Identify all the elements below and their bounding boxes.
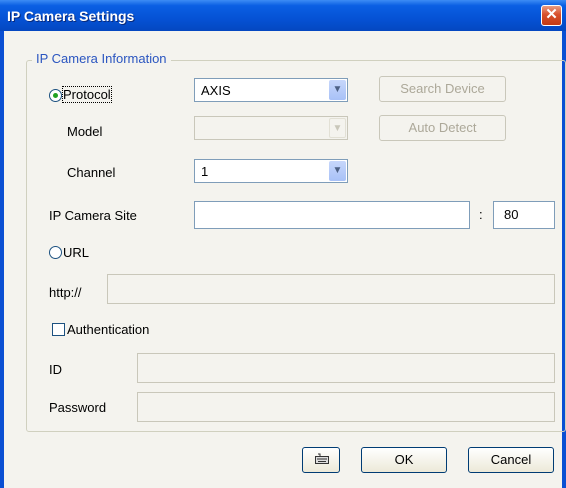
- protocol-select[interactable]: AXIS ▼: [194, 78, 348, 102]
- keyboard-button[interactable]: [302, 447, 340, 473]
- id-label: ID: [49, 362, 62, 377]
- chevron-down-icon[interactable]: ▼: [329, 118, 346, 138]
- ok-button[interactable]: OK: [361, 447, 447, 473]
- password-label: Password: [49, 400, 107, 415]
- port-input[interactable]: 80: [493, 201, 555, 229]
- port-separator: :: [479, 207, 483, 222]
- chevron-down-icon[interactable]: ▼: [329, 80, 346, 100]
- chevron-down-icon[interactable]: ▼: [329, 161, 346, 181]
- http-prefix-label: http://: [49, 285, 82, 300]
- protocol-radio[interactable]: [49, 89, 62, 102]
- group-legend: IP Camera Information: [32, 51, 171, 66]
- url-label[interactable]: URL: [63, 245, 89, 260]
- url-input[interactable]: [107, 274, 555, 304]
- ip-camera-site-input[interactable]: [194, 201, 470, 229]
- radio-selected-dot: [53, 93, 58, 98]
- keyboard-icon: [315, 453, 329, 464]
- model-label: Model: [67, 124, 103, 139]
- window-title: IP Camera Settings: [7, 8, 135, 24]
- channel-label: Channel: [67, 165, 116, 180]
- channel-select[interactable]: 1 ▼: [194, 159, 348, 183]
- auto-detect-button[interactable]: Auto Detect: [379, 115, 506, 141]
- password-input[interactable]: [137, 392, 555, 422]
- url-radio[interactable]: [49, 246, 62, 259]
- authentication-checkbox[interactable]: [52, 323, 65, 336]
- title-bar[interactable]: IP Camera Settings ✕: [0, 0, 566, 31]
- channel-select-value: 1: [201, 164, 209, 179]
- port-value: 80: [504, 207, 519, 222]
- model-select[interactable]: ▼: [194, 116, 348, 140]
- authentication-label[interactable]: Authentication: [67, 322, 149, 337]
- close-button[interactable]: ✕: [541, 5, 562, 26]
- cancel-button[interactable]: Cancel: [468, 447, 554, 473]
- ip-camera-site-label: IP Camera Site: [49, 208, 137, 223]
- search-device-button[interactable]: Search Device: [379, 76, 506, 102]
- close-icon: ✕: [545, 6, 558, 23]
- id-input[interactable]: [137, 353, 555, 383]
- protocol-label[interactable]: Protocol: [62, 86, 112, 103]
- protocol-select-value: AXIS: [201, 83, 231, 98]
